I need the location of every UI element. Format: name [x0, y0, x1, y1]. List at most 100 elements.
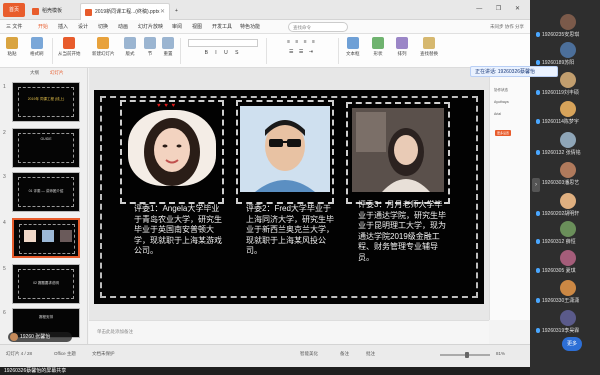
- zoom-level[interactable]: 81%: [496, 351, 505, 356]
- participant-name-text: 19260330王潇潇: [542, 298, 580, 304]
- participant-item[interactable]: 19260189苏阳: [534, 42, 600, 68]
- thumb-photo: [60, 230, 72, 242]
- notes-area[interactable]: 单击此处添加备注: [89, 320, 489, 344]
- format-painter-button[interactable]: 格式刷: [30, 37, 44, 57]
- notes-toggle-button[interactable]: 备注: [340, 351, 349, 357]
- menu-transition[interactable]: 切换: [98, 20, 108, 34]
- find-replace-button[interactable]: 查找替换: [420, 37, 438, 57]
- more-participants-button[interactable]: 更多: [562, 337, 582, 351]
- more-settings-button[interactable]: 更多设置: [495, 130, 511, 136]
- close-tab-icon[interactable]: ✕: [160, 4, 165, 20]
- speaker-name: 19260 张馨怡: [20, 334, 51, 340]
- avatar: [560, 101, 576, 117]
- zoom-slider[interactable]: [440, 352, 490, 358]
- window-controls[interactable]: — ❐ ✕: [476, 5, 526, 12]
- menu-home[interactable]: 开始: [38, 20, 48, 34]
- hearts-decoration: ♥ ♥ ♥: [157, 103, 177, 109]
- new-slide-icon: [97, 37, 110, 49]
- slide-thumb-2[interactable]: GUIDE: [12, 128, 80, 168]
- textbox-button[interactable]: 文本框: [346, 37, 360, 57]
- slide-counter: 幻灯片 4 / 28: [6, 351, 33, 356]
- participant-item[interactable]: 19260305 夏琪: [534, 250, 600, 276]
- avatar: [10, 333, 18, 341]
- paragraph-controls[interactable]: ≡ ≡ ≡ ≡ ☰ ☰ ⇥: [272, 39, 332, 55]
- tab-docer-template[interactable]: 稻壳模板: [28, 3, 78, 20]
- smart-beautify-button[interactable]: 智能美化: [300, 351, 318, 357]
- tab-slides[interactable]: 幻灯片: [50, 70, 64, 76]
- menu-insert[interactable]: 插入: [58, 20, 68, 34]
- label: 排列: [397, 51, 407, 56]
- zoom-slider-knob[interactable]: [465, 352, 470, 358]
- participant-list: 19260235安思琪 19260189苏阳 19260119刘丰硕 19260114…: [530, 0, 600, 375]
- thumb-number: 6: [3, 310, 6, 316]
- portrait-woman-illustration: [144, 118, 200, 186]
- slide-thumb-3[interactable]: 01 评委 — 讲师团介绍: [12, 172, 80, 212]
- slide-thumb-5[interactable]: 02 赛题要求说明: [12, 264, 80, 304]
- participant-item[interactable]: 19260235安思琪: [534, 14, 600, 40]
- layout-button[interactable]: 版式: [124, 37, 136, 57]
- menu-file[interactable]: 三 文件: [6, 20, 22, 34]
- participant-name: 19260132 张倩铭: [536, 149, 600, 156]
- play-from-current-button[interactable]: 从当前开始: [58, 37, 81, 57]
- participant-name: 19260303潘思艺: [536, 179, 600, 186]
- paste-button[interactable]: 粘贴: [6, 37, 18, 57]
- slide-canvas[interactable]: ♥ ♥ ♥ 评委1：Angela大学毕业于青岛农业大学，研究生毕业于英国南安普顿…: [94, 90, 484, 304]
- menu-features[interactable]: 特色功能: [240, 20, 260, 34]
- new-tab-button[interactable]: +: [172, 3, 184, 20]
- reset-button[interactable]: 重置: [162, 37, 174, 57]
- avatar: [560, 221, 576, 237]
- menu-review[interactable]: 审阅: [172, 20, 182, 34]
- label: 从当前开始: [58, 51, 81, 56]
- menu-design[interactable]: 设计: [78, 20, 88, 34]
- slide-thumb-1[interactable]: 2019年 同课工程 (线上): [12, 82, 80, 122]
- avatar: [560, 193, 576, 209]
- font-style-buttons[interactable]: B I U S: [188, 50, 258, 56]
- panel-label: 协作状态: [494, 88, 508, 92]
- align-buttons[interactable]: ≡ ≡ ≡ ≡: [272, 39, 332, 45]
- participant-name-text: 19260132 张倩铭: [542, 150, 581, 156]
- tab-presentation[interactable]: 2019新同课工程...(终稿).pptx ✕: [80, 3, 170, 20]
- thumb-photo: [24, 230, 36, 242]
- participant-item[interactable]: 19260330王潇潇: [534, 280, 600, 306]
- shapes-icon: [372, 37, 384, 49]
- portrait-man-sunglasses-illustration: [240, 106, 330, 192]
- participant-name-text: 19260119刘丰硕: [542, 90, 579, 96]
- comments-toggle-button[interactable]: 批注: [366, 351, 375, 357]
- avatar: [560, 42, 576, 58]
- participant-item[interactable]: 19260202胡明轩: [534, 193, 600, 219]
- participant-name: 19260235安思琪: [536, 31, 600, 38]
- participant-item[interactable]: 19260312 薛恒: [534, 221, 600, 247]
- participant-item[interactable]: 19260114陈梦宇: [534, 101, 600, 127]
- label: 粘贴: [7, 51, 17, 56]
- avatar: [560, 280, 576, 296]
- shapes-button[interactable]: 形状: [372, 37, 384, 57]
- collapse-arrow-icon[interactable]: ›: [532, 178, 540, 192]
- speaking-indicator: 正在讲话: 19260326蔡馨怡: [470, 66, 558, 77]
- participant-item[interactable]: 19260303潘思艺: [534, 162, 600, 188]
- thumb-frame: [18, 87, 74, 117]
- menu-animation[interactable]: 动画: [118, 20, 128, 34]
- avatar: [560, 14, 576, 30]
- tab-outline[interactable]: 大纲: [30, 70, 39, 76]
- participant-item[interactable]: 19260132 张倩铭: [534, 132, 600, 158]
- arrange-button[interactable]: 排列: [396, 37, 408, 57]
- participant-item[interactable]: 19260319李昊霖: [534, 310, 600, 336]
- thumb-number: 1: [3, 84, 6, 90]
- menu-view[interactable]: 视图: [192, 20, 202, 34]
- slide-thumb-4-selected[interactable]: [12, 218, 80, 258]
- protect-status[interactable]: 文档未保护: [92, 351, 115, 357]
- new-slide-button[interactable]: 新建幻灯片: [92, 37, 115, 57]
- font-controls[interactable]: B I U S: [188, 39, 258, 56]
- sync-share-links[interactable]: 未同步 协作 分享: [490, 20, 524, 34]
- list-buttons[interactable]: ☰ ☰ ⇥: [272, 49, 332, 55]
- font-family-select[interactable]: [188, 39, 258, 47]
- section-icon: [144, 37, 156, 49]
- command-search-input[interactable]: 查找命令: [288, 22, 348, 32]
- section-button[interactable]: 节: [144, 37, 156, 57]
- home-tab[interactable]: 首页: [3, 3, 25, 17]
- judge-1-caption: 评委1：Angela大学毕业于青岛农业大学，研究生毕业于英国南安普顿大学，现就职…: [134, 204, 222, 255]
- menu-developer[interactable]: 开发工具: [212, 20, 232, 34]
- menu-slideshow[interactable]: 幻灯片放映: [138, 20, 163, 34]
- status-bar: 幻灯片 4 / 28 Office 主题 文档未保护 智能美化 备注 批注 81…: [0, 344, 530, 367]
- label: 格式刷: [30, 51, 44, 56]
